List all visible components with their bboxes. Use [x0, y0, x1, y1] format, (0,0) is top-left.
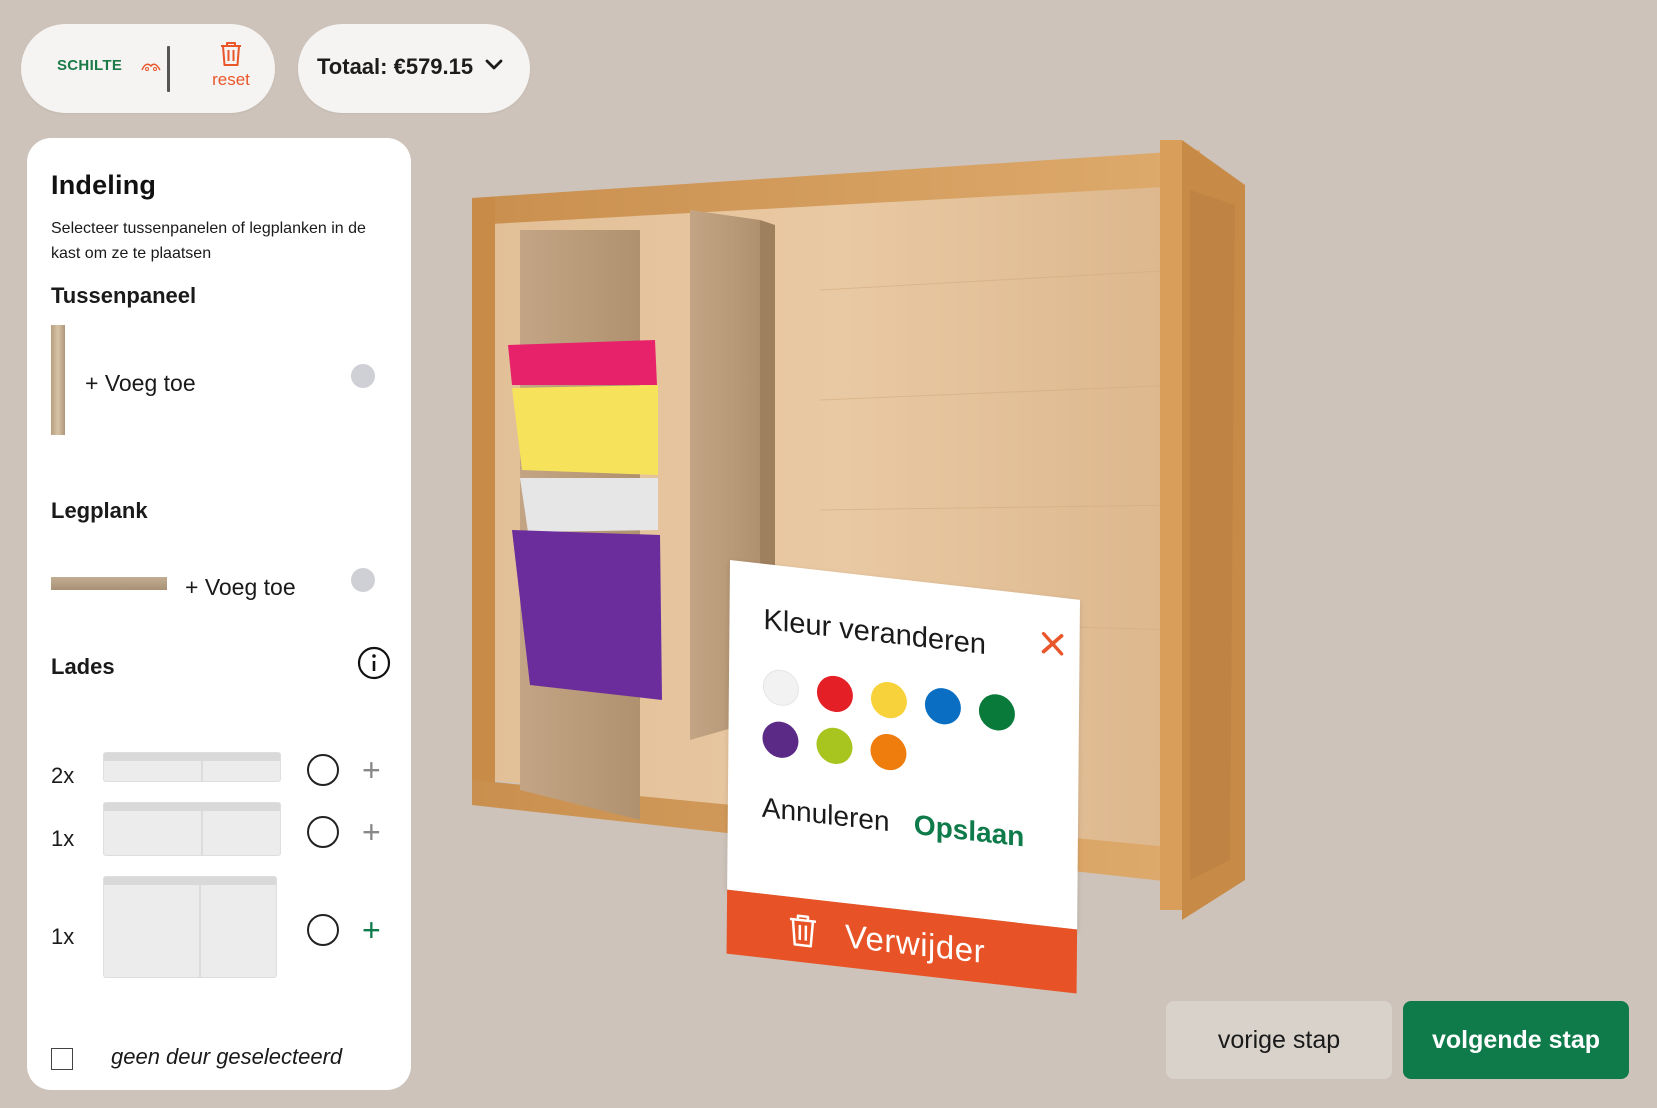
drawer-medium-add-icon[interactable]: + — [362, 816, 381, 848]
swatch-lime[interactable] — [816, 725, 853, 766]
drawer-medium-radio[interactable] — [307, 816, 339, 848]
drawer-large-qty: 1x — [51, 924, 75, 949]
panel-title: Indeling — [51, 170, 157, 200]
brand-pill: SCHILTE reset — [21, 24, 275, 113]
tussenpaneel-title: Tussenpaneel — [51, 283, 197, 308]
legplank-thumbnail — [51, 577, 167, 590]
swatch-red[interactable] — [816, 673, 854, 714]
chevron-down-icon — [485, 59, 503, 70]
lades-title: Lades — [51, 654, 115, 679]
drawer-medium-image — [103, 802, 281, 856]
trash-icon — [789, 914, 816, 948]
drawer-small-add-icon[interactable]: + — [362, 754, 381, 786]
panel-description: Selecteer tussenpanelen of legplanken in… — [51, 220, 366, 262]
save-button[interactable]: Opslaan — [914, 809, 1025, 854]
swatch-white[interactable] — [762, 667, 800, 708]
drawer-medium-qty: 1x — [51, 826, 75, 851]
reset-label: reset — [212, 70, 250, 89]
next-step-button[interactable]: volgende stap — [1403, 1001, 1629, 1079]
info-icon[interactable] — [357, 646, 391, 680]
cancel-button[interactable]: Annuleren — [762, 792, 890, 839]
legplank-add-button[interactable]: + Voeg toe — [185, 574, 296, 601]
drawer-large-add-icon[interactable]: + — [362, 914, 381, 946]
door-label: geen deur geselecteerd — [111, 1044, 343, 1069]
close-icon[interactable] — [1039, 629, 1065, 658]
swatch-blue[interactable] — [924, 686, 962, 727]
trash-icon — [221, 42, 241, 66]
schilte-logo: SCHILTE — [57, 57, 123, 74]
logo-mark-icon — [141, 63, 161, 71]
layout-panel: Indeling Selecteer tussenpanelen of legp… — [27, 138, 411, 1090]
reset-button[interactable]: reset — [196, 40, 266, 100]
total-price: Totaal: €579.15 — [317, 54, 474, 79]
swatch-purple[interactable] — [762, 719, 799, 760]
swatch-green[interactable] — [978, 692, 1016, 733]
color-popup: Kleur veranderen Annuleren Opslaan Verwi… — [726, 560, 1080, 994]
drawer-small-radio[interactable] — [307, 754, 339, 786]
total-price-dropdown[interactable]: Totaal: €579.15 — [298, 24, 530, 113]
legplank-radio[interactable] — [351, 568, 375, 592]
drawer-large-radio[interactable] — [307, 914, 339, 946]
door-checkbox[interactable] — [51, 1048, 73, 1070]
color-popup-card: Kleur veranderen Annuleren Opslaan — [727, 560, 1080, 930]
tussenpaneel-thumbnail — [51, 325, 65, 435]
delete-label: Verwijder — [844, 917, 986, 971]
legplank-title: Legplank — [51, 498, 148, 523]
drawer-small-image — [103, 752, 281, 782]
tussenpaneel-radio[interactable] — [351, 364, 375, 388]
swatch-orange[interactable] — [870, 732, 907, 773]
drawer-small-qty: 2x — [51, 763, 75, 788]
color-popup-title: Kleur veranderen — [763, 603, 987, 662]
previous-step-button[interactable]: vorige stap — [1166, 1001, 1392, 1079]
tussenpaneel-add-button[interactable]: + Voeg toe — [85, 370, 196, 397]
swatch-yellow[interactable] — [870, 680, 908, 721]
drawer-large-image — [103, 876, 277, 978]
divider — [167, 46, 170, 92]
